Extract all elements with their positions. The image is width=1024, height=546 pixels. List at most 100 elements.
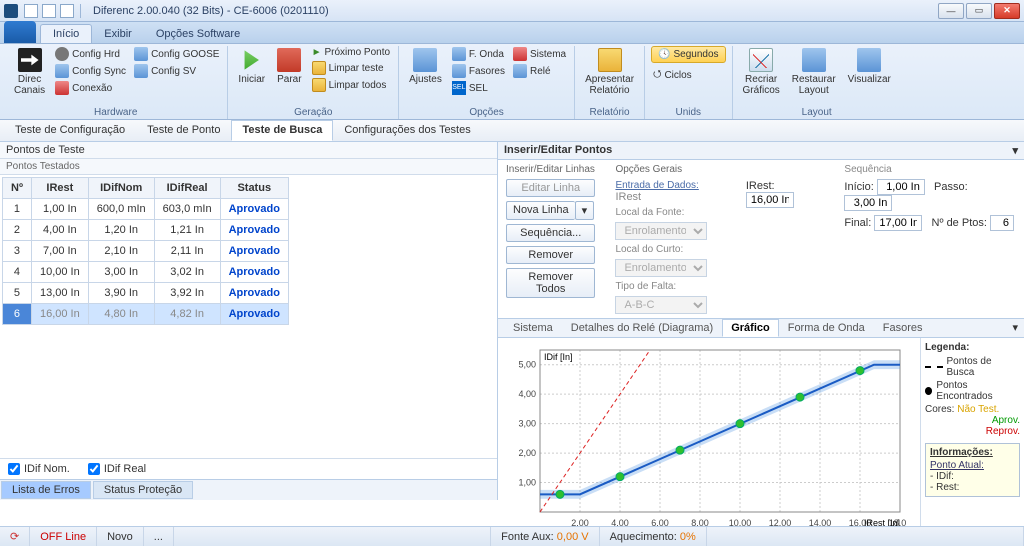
clock-icon: 🕓 — [658, 49, 670, 60]
chart-canvas[interactable]: 2,004,006,008,0010,0012,0014,0016,0018,0… — [498, 338, 920, 536]
status-online: OFF Line — [30, 527, 97, 546]
tab-teste-config[interactable]: Teste de Configuração — [4, 120, 136, 141]
qat-save-icon[interactable] — [60, 4, 74, 18]
ajustes-icon — [413, 48, 437, 72]
app-logo — [4, 4, 18, 18]
ctab-detalhes[interactable]: Detalhes do Relé (Diagrama) — [562, 319, 722, 337]
wave-icon — [452, 47, 466, 61]
nova-linha-button[interactable]: Nova Linha — [506, 201, 575, 220]
nptos-input[interactable] — [990, 215, 1014, 231]
restaurar-layout-button[interactable]: Restaurar Layout — [788, 46, 840, 98]
tab-teste-busca[interactable]: Teste de Busca — [231, 120, 333, 141]
local-fonte-select[interactable]: Enrolamento1 — [615, 222, 707, 240]
ctab-grafico[interactable]: Gráfico — [722, 319, 779, 337]
passo-input[interactable] — [844, 195, 892, 211]
rele-button[interactable]: Relé — [511, 63, 568, 79]
ctab-sistema[interactable]: Sistema — [504, 319, 562, 337]
tab-opcoes-software[interactable]: Opções Software — [144, 25, 252, 43]
maximize-button[interactable]: ▭ — [966, 3, 992, 19]
parar-button[interactable]: Parar — [273, 46, 305, 87]
phasor-icon — [452, 64, 466, 78]
f-onda-button[interactable]: F. Onda — [450, 46, 507, 62]
table-row[interactable]: 616,00 In4,80 In4,82 InAprovado — [3, 304, 289, 325]
chk-idif-real[interactable]: IDif Real — [88, 463, 146, 475]
limpar-todos-button[interactable]: Limpar todos — [310, 77, 393, 93]
chk-idif-nom[interactable]: IDif Nom. — [8, 463, 70, 475]
status-novo: Novo — [97, 527, 144, 546]
remover-button[interactable]: Remover — [506, 246, 595, 264]
irest-input[interactable] — [746, 192, 794, 208]
inicio-input[interactable] — [877, 179, 925, 195]
ctab-forma-onda[interactable]: Forma de Onda — [779, 319, 874, 337]
left-panel-subtitle: Pontos Testados — [0, 159, 497, 175]
svg-text:3,00: 3,00 — [518, 419, 536, 429]
file-tab[interactable] — [4, 21, 36, 43]
apresentar-relatorio-button[interactable]: Apresentar Relatório — [581, 46, 638, 98]
table-row[interactable]: 513,00 In3,90 In3,92 InAprovado — [3, 283, 289, 304]
close-button[interactable]: ✕ — [994, 3, 1020, 19]
iniciar-button[interactable]: Iniciar — [234, 46, 269, 87]
title-bar: Diferenc 2.00.040 (32 Bits) - CE-6006 (0… — [0, 0, 1024, 22]
sistema-button[interactable]: Sistema — [511, 46, 568, 62]
sel-icon: SEL — [452, 81, 466, 95]
segundos-toggle[interactable]: 🕓Segundos — [651, 46, 726, 63]
direc-canais-icon — [18, 48, 42, 72]
sequencia-button[interactable]: Sequência... — [506, 224, 595, 242]
tab-config-testes[interactable]: Configurações dos Testes — [333, 120, 481, 141]
table-row[interactable]: 11,00 In600,0 mIn603,0 mInAprovado — [3, 199, 289, 220]
tab-exibir[interactable]: Exibir — [92, 25, 144, 43]
ctab-fasores[interactable]: Fasores — [874, 319, 932, 337]
sel-button[interactable]: SELSEL — [450, 80, 507, 96]
document-tabs: Teste de Configuração Teste de Ponto Tes… — [0, 120, 1024, 142]
svg-text:4,00: 4,00 — [518, 389, 536, 399]
direc-canais-button[interactable]: Direc Canais — [10, 46, 49, 98]
tab-lista-erros[interactable]: Lista de Erros — [1, 481, 91, 499]
qat-new-icon[interactable] — [24, 4, 38, 18]
nova-linha-dropdown[interactable]: ▾ — [575, 201, 595, 220]
editar-linha-button[interactable]: Editar Linha — [506, 179, 595, 197]
ribbon-tab-strip: Início Exibir Opções Software — [0, 22, 1024, 44]
right-panel-header: Inserir/Editar Pontos▾ — [498, 142, 1024, 160]
tab-inicio[interactable]: Início — [40, 24, 92, 43]
remover-todos-button[interactable]: Remover Todos — [506, 268, 595, 298]
svg-text:1,00: 1,00 — [518, 478, 536, 488]
table-row[interactable]: 24,00 In1,20 In1,21 InAprovado — [3, 220, 289, 241]
config-sync-button[interactable]: Config Sync — [53, 63, 128, 79]
ajustes-button[interactable]: Ajustes — [405, 46, 446, 87]
config-goose-button[interactable]: Config GOOSE — [132, 46, 221, 62]
sv-icon — [134, 64, 148, 78]
chart-icon — [749, 48, 773, 72]
cycle-icon: ⭯ — [653, 67, 661, 84]
local-curto-select[interactable]: Enrolamento2 — [615, 259, 707, 277]
ribbon: Direc Canais Config Hrd Config Sync Cone… — [0, 44, 1024, 120]
limpar-teste-button[interactable]: Limpar teste — [310, 60, 393, 76]
proximo-ponto-button[interactable]: ►Próximo Ponto — [310, 46, 393, 59]
status-sync-icon[interactable]: ⟳ — [0, 527, 30, 546]
chart-legend: Legenda: Pontos de Busca Pontos Encontra… — [920, 338, 1024, 536]
minimize-button[interactable]: — — [938, 3, 964, 19]
sync-icon — [55, 64, 69, 78]
recriar-graficos-button[interactable]: Recriar Gráficos — [739, 46, 784, 98]
qat-open-icon[interactable] — [42, 4, 56, 18]
tipo-falta-select[interactable]: A-B-C — [615, 296, 707, 314]
ciclos-button[interactable]: ⭯Ciclos — [651, 66, 726, 85]
final-input[interactable] — [874, 215, 922, 231]
conexao-button[interactable]: Conexão — [53, 80, 128, 96]
points-table: Nº IRest IDifNom IDifReal Status 11,00 I… — [2, 177, 289, 325]
config-sv-button[interactable]: Config SV — [132, 63, 221, 79]
config-hrd-button[interactable]: Config Hrd — [53, 46, 128, 62]
chart-tab-pin[interactable]: ▾ — [1006, 319, 1024, 337]
goose-icon — [134, 47, 148, 61]
rele-icon — [513, 64, 527, 78]
tab-status-protecao[interactable]: Status Proteção — [93, 481, 193, 499]
visualizar-button[interactable]: Visualizar — [844, 46, 895, 87]
layout-icon — [802, 48, 826, 72]
tab-teste-ponto[interactable]: Teste de Ponto — [136, 120, 231, 141]
view-icon — [857, 48, 881, 72]
fasores-button[interactable]: Fasores — [450, 63, 507, 79]
pin-icon[interactable]: ▾ — [1012, 144, 1018, 157]
broom-icon — [312, 61, 326, 75]
table-row[interactable]: 37,00 In2,10 In2,11 InAprovado — [3, 241, 289, 262]
broom-all-icon — [312, 78, 326, 92]
table-row[interactable]: 410,00 In3,00 In3,02 InAprovado — [3, 262, 289, 283]
